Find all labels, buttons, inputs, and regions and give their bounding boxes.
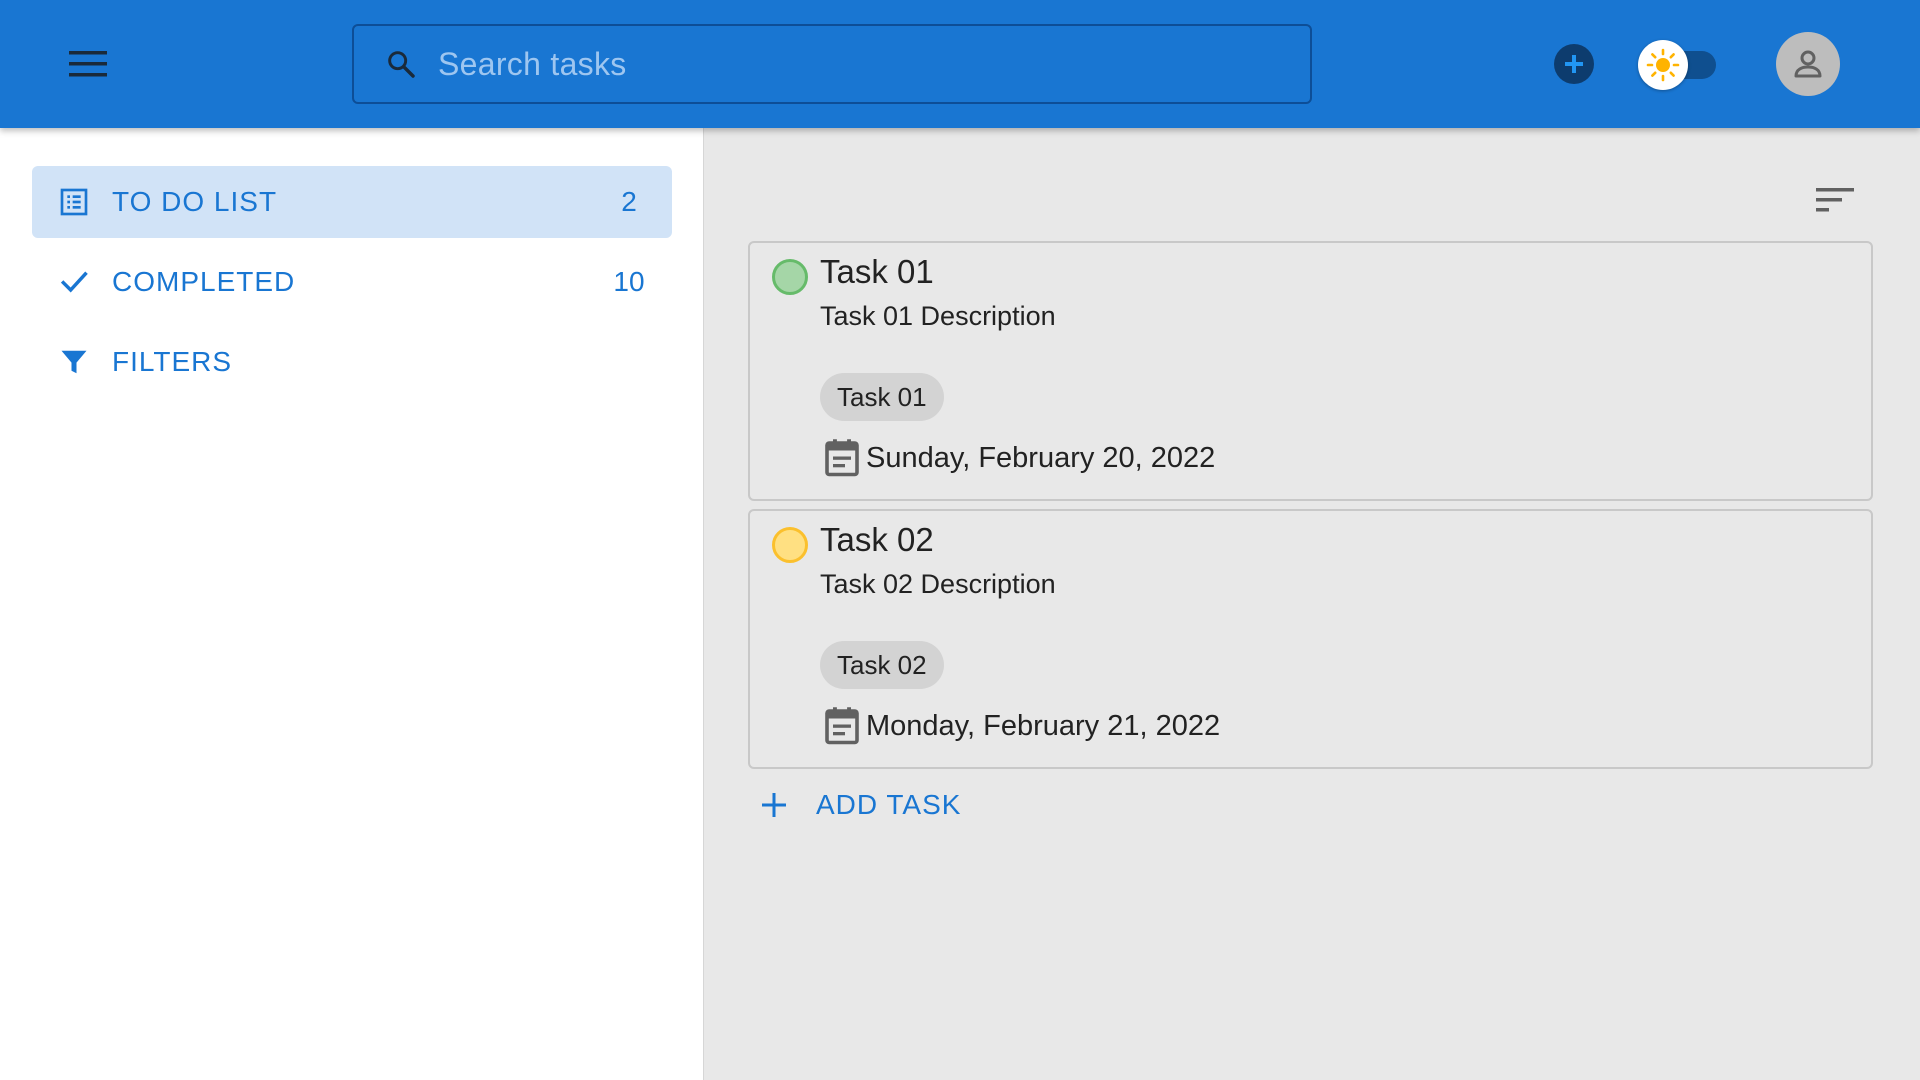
task-date: Monday, February 21, 2022 <box>824 706 1220 746</box>
plus-icon <box>762 793 786 817</box>
menu-button[interactable] <box>58 40 118 88</box>
task-description: Task 01 Description <box>820 301 1056 331</box>
calendar-icon <box>824 438 860 478</box>
sidebar-item-label: COMPLETED <box>112 266 296 297</box>
toggle-thumb <box>1638 40 1688 90</box>
person-icon <box>1794 50 1822 78</box>
sidebar-item-completed[interactable]: COMPLETED 10 <box>32 246 672 318</box>
check-icon <box>32 266 112 298</box>
task-date-label: Monday, February 21, 2022 <box>866 709 1221 742</box>
task-title: Task 02 <box>820 521 934 558</box>
task-tag-chip[interactable]: Task 02 <box>820 641 944 689</box>
app: TO DO LIST 2 COMPLETED 10 FILTERS <box>0 0 1920 1080</box>
top-app-bar <box>0 0 1920 128</box>
task-title: Task 01 <box>820 253 934 290</box>
list-icon <box>32 186 112 218</box>
task-description: Task 02 Description <box>820 569 1056 599</box>
avatar[interactable] <box>1776 32 1840 96</box>
add-task-header-button[interactable] <box>1554 44 1594 84</box>
task-tag-chip[interactable]: Task 01 <box>820 373 944 421</box>
sidebar-item-count: 2 <box>621 186 637 217</box>
sidebar-item-filters[interactable]: FILTERS <box>32 326 672 398</box>
filter-icon <box>32 347 112 377</box>
task-status-indicator[interactable] <box>772 527 808 563</box>
sidebar-item-todo-list[interactable]: TO DO LIST 2 <box>32 166 672 238</box>
calendar-icon <box>824 706 860 746</box>
sort-button[interactable] <box>1811 180 1859 220</box>
task-date-label: Sunday, February 20, 2022 <box>866 441 1216 474</box>
add-task-label: ADD TASK <box>816 789 962 820</box>
task-status-indicator[interactable] <box>772 259 808 295</box>
task-date: Sunday, February 20, 2022 <box>824 438 1215 478</box>
sidebar-item-count: 10 <box>613 266 645 297</box>
plus-icon <box>1565 55 1583 73</box>
theme-toggle[interactable] <box>1638 36 1718 92</box>
task-card[interactable]: Task 01 Task 01 Description Task 01 Sund… <box>748 241 1873 501</box>
search-icon <box>354 48 438 80</box>
add-task-button[interactable]: ADD TASK <box>760 780 961 830</box>
search-box[interactable] <box>352 24 1312 104</box>
main-content: Task 01 Task 01 Description Task 01 Sund… <box>705 128 1920 1080</box>
task-card[interactable]: Task 02 Task 02 Description Task 02 Mond… <box>748 509 1873 769</box>
sidebar-item-label: TO DO LIST <box>112 186 278 217</box>
sort-icon <box>1816 188 1854 212</box>
menu-icon <box>69 51 107 77</box>
search-input[interactable] <box>438 26 1310 102</box>
sun-icon <box>1646 48 1680 82</box>
sidebar-item-label: FILTERS <box>112 346 233 377</box>
sidebar: TO DO LIST 2 COMPLETED 10 FILTERS <box>0 128 704 1080</box>
